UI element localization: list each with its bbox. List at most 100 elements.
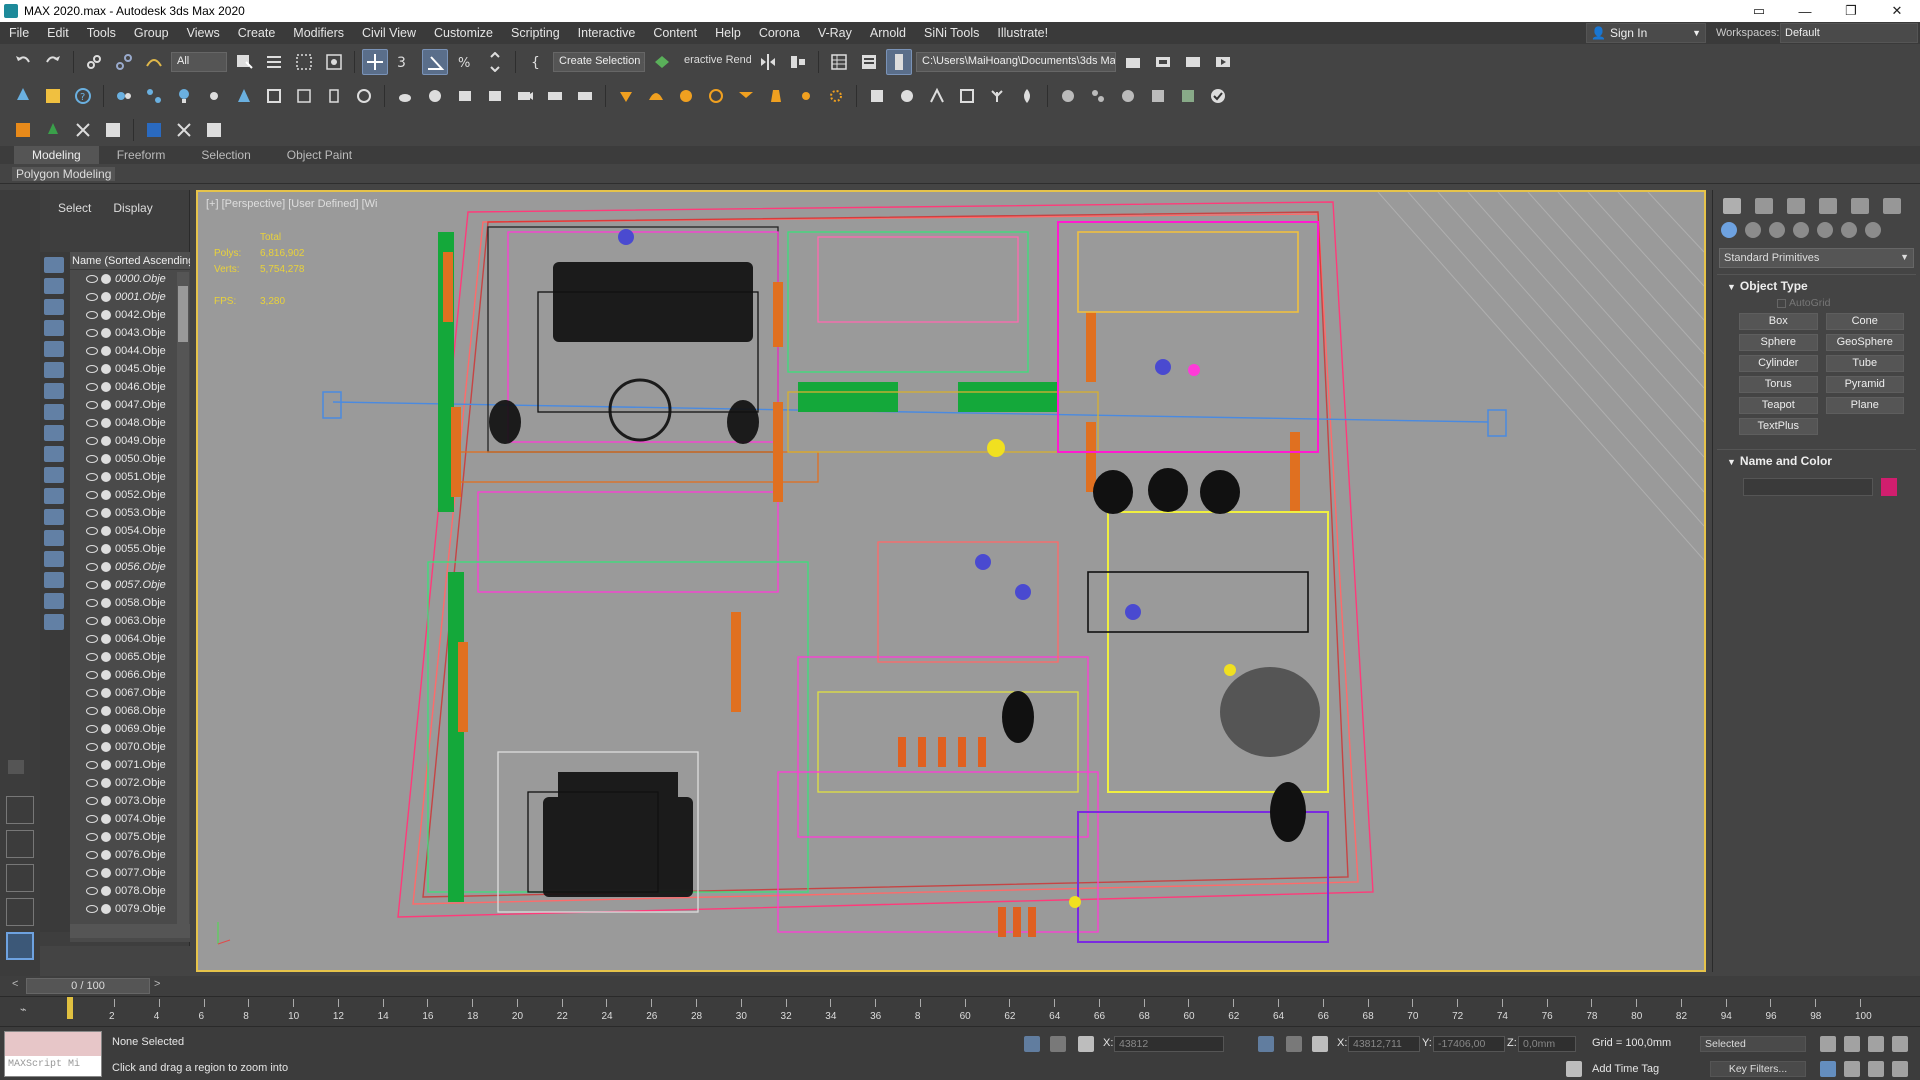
layer-explorer-icon[interactable] (826, 49, 852, 75)
utilities-tab-icon[interactable] (1883, 198, 1901, 214)
list-item[interactable]: 0076.Obje (70, 846, 190, 864)
list-item[interactable]: 0069.Obje (70, 720, 190, 738)
list-item[interactable]: 0075.Obje (70, 828, 190, 846)
feedback-icon[interactable]: ▭ (1736, 0, 1782, 22)
vray-plant-icon[interactable] (984, 83, 1010, 109)
particle-icon[interactable] (111, 83, 137, 109)
visibility-eye-icon[interactable] (86, 869, 98, 877)
explorer-tab-select[interactable]: Select (58, 201, 91, 215)
toggle-ribbon-icon[interactable] (856, 49, 882, 75)
zoom-all-icon[interactable] (1844, 1036, 1860, 1052)
list-item[interactable]: 0043.Obje (70, 324, 190, 342)
filter-frozen-icon[interactable] (44, 467, 64, 483)
bind-space-warp-icon[interactable] (141, 49, 167, 75)
vray-fire-icon[interactable] (1014, 83, 1040, 109)
transform-type-in-icon[interactable] (1312, 1036, 1328, 1052)
explorer-tab-display[interactable]: Display (113, 201, 152, 215)
geosphere-button[interactable]: GeoSphere (1825, 334, 1904, 351)
selection-filter-select[interactable]: All (171, 52, 227, 72)
corona-sun-icon[interactable] (643, 83, 669, 109)
lock-icon[interactable] (1286, 1036, 1302, 1052)
floor-generator-icon[interactable] (10, 117, 36, 143)
menu-civil-view[interactable]: Civil View (353, 22, 425, 44)
visibility-eye-icon[interactable] (86, 437, 98, 445)
list-item[interactable]: 0051.Obje (70, 468, 190, 486)
coord-y-field[interactable]: -17406,00 (1433, 1036, 1505, 1052)
list-item[interactable]: 0001.Obje (70, 288, 190, 306)
pan-view-icon[interactable] (1844, 1061, 1860, 1077)
menu-arnold[interactable]: Arnold (861, 22, 915, 44)
explorer-scrollbar[interactable] (177, 272, 189, 924)
arnold-sphere-icon[interactable] (1055, 83, 1081, 109)
list-item[interactable]: 0074.Obje (70, 810, 190, 828)
torus-button[interactable]: Torus (1739, 376, 1818, 393)
filter-helpers-icon[interactable] (44, 341, 64, 357)
sky-icon[interactable] (482, 83, 508, 109)
corona-sphere-icon[interactable] (673, 83, 699, 109)
cone-button[interactable]: Cone (1825, 313, 1904, 330)
absolute-mode-icon[interactable] (1078, 1036, 1094, 1052)
visibility-eye-icon[interactable] (86, 599, 98, 607)
visibility-eye-icon[interactable] (86, 725, 98, 733)
current-frame-marker[interactable] (67, 997, 73, 1019)
corona-ies-icon[interactable] (703, 83, 729, 109)
modify-tab-icon[interactable] (1755, 198, 1773, 214)
arnold-cluster-icon[interactable] (1085, 83, 1111, 109)
list-panel-icon[interactable] (40, 83, 66, 109)
list-item[interactable]: 0066.Obje (70, 666, 190, 684)
layout-1-icon[interactable] (6, 796, 34, 824)
arnold-shader-icon[interactable] (1115, 83, 1141, 109)
zoom-icon[interactable] (1820, 1036, 1836, 1052)
shapes-icon[interactable] (1745, 222, 1761, 238)
isolate-selection-icon[interactable] (1024, 1036, 1040, 1052)
filter-lights-icon[interactable] (44, 299, 64, 315)
timeline-ruler[interactable]: ⌁ 2 4 6 8 10 12 14 16 18 20 22 24 26 28 30 32 34 36 8 60 62 6… (0, 996, 1920, 1026)
list-item[interactable]: 0048.Obje (70, 414, 190, 432)
render-frame-icon[interactable] (649, 49, 675, 75)
sphere-button[interactable]: Sphere (1739, 334, 1818, 351)
select-and-move-icon[interactable] (362, 49, 388, 75)
visibility-eye-icon[interactable] (86, 653, 98, 661)
visibility-eye-icon[interactable] (86, 833, 98, 841)
visibility-eye-icon[interactable] (86, 689, 98, 697)
collapse-icon[interactable]: ▼ (1727, 282, 1736, 292)
list-item[interactable]: 0052.Obje (70, 486, 190, 504)
autogrid-checkbox[interactable] (1777, 298, 1786, 308)
spreadsheet-icon[interactable] (100, 117, 126, 143)
space-warps-icon[interactable] (1841, 222, 1857, 238)
forest-icon[interactable] (10, 83, 36, 109)
close-button[interactable]: ✕ (1874, 0, 1920, 22)
orbit-icon[interactable] (1868, 1061, 1884, 1077)
menu-interactive[interactable]: Interactive (569, 22, 645, 44)
visibility-eye-icon[interactable] (86, 617, 98, 625)
list-item[interactable]: 0050.Obje (70, 450, 190, 468)
visibility-eye-icon[interactable] (86, 797, 98, 805)
project-path-select[interactable]: C:\Users\MaiHoang\Documents\3ds Max 2020 (916, 52, 1116, 72)
dome-light-icon[interactable] (261, 83, 287, 109)
tree-icon[interactable] (40, 117, 66, 143)
list-item[interactable]: 0049.Obje (70, 432, 190, 450)
menu-content[interactable]: Content (644, 22, 706, 44)
undo-icon[interactable] (10, 49, 36, 75)
corona-lamp-icon[interactable] (733, 83, 759, 109)
maxscript-input[interactable]: MAXScript Mi (5, 1056, 101, 1076)
maximize-button[interactable]: ❐ (1828, 0, 1874, 22)
scrollbar-thumb[interactable] (178, 286, 188, 342)
tab-freeform[interactable]: Freeform (99, 146, 184, 164)
render-elements-icon[interactable] (291, 83, 317, 109)
grid-snap-icon[interactable] (1258, 1036, 1274, 1052)
list-item[interactable]: 0071.Obje (70, 756, 190, 774)
menu-modifiers[interactable]: Modifiers (284, 22, 353, 44)
list-item[interactable]: 0065.Obje (70, 648, 190, 666)
box-button[interactable]: Box (1739, 313, 1818, 330)
named-selection-set-select[interactable]: Create Selection Se (553, 52, 645, 72)
next-frame-icon[interactable]: > (154, 978, 160, 990)
arnold-view-icon[interactable] (1175, 83, 1201, 109)
list-item[interactable]: 0078.Obje (70, 882, 190, 900)
teapot-button[interactable]: Teapot (1739, 397, 1818, 414)
sign-in-dropdown[interactable]: 👤 Sign In ▼ (1586, 23, 1706, 43)
visibility-eye-icon[interactable] (86, 851, 98, 859)
object-name-field[interactable] (1743, 478, 1873, 496)
redo-icon[interactable] (40, 49, 66, 75)
menu-sini-tools[interactable]: SiNi Tools (915, 22, 988, 44)
